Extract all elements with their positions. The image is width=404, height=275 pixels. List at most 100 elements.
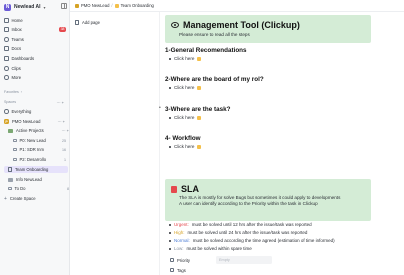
link-click-here[interactable]: Click here [174, 115, 194, 120]
folder-icon [8, 177, 13, 182]
priority-key: Low: [174, 246, 184, 251]
list-count: 1 [64, 157, 66, 162]
sidebar-item-inbox[interactable]: Inbox 38 [4, 26, 66, 33]
workspace-avatar: N [4, 3, 11, 11]
sidebar: N Newlead AI ▾ Home Inbox 38 Teams Docs … [0, 0, 70, 275]
list-count: 25 [62, 138, 66, 143]
priority-text: must be solved until 24 hrs after the is… [187, 230, 308, 235]
sidebar-item-team-onboarding[interactable]: Team Onboarding [4, 166, 68, 173]
space-avatar: P [4, 119, 9, 124]
list-label: P2: Desarrollo [19, 157, 47, 162]
breadcrumb-separator: / [111, 3, 113, 8]
breadcrumb: PMO NewLead / Team Onboarding [75, 3, 154, 8]
pointing-hand-icon [197, 115, 201, 120]
list-label: P1: SDR Inm [19, 147, 44, 152]
sidebar-item-label: Teams [11, 37, 24, 42]
priority-key: High: [174, 230, 185, 235]
topbar: PMO NewLead / Team Onboarding [70, 0, 404, 12]
folder-name: Info NewLead [16, 177, 42, 182]
list-icon [8, 186, 12, 191]
bullet-dot [169, 247, 171, 250]
spaces-label: Spaces [4, 100, 16, 104]
page-list: Add page [70, 12, 160, 275]
bullet-dot [169, 57, 171, 60]
sidebar-item-teams[interactable]: Teams [4, 36, 66, 43]
pointing-hand-icon [197, 144, 201, 149]
property-priority[interactable]: Priority Empty [170, 256, 280, 264]
bullet-dot [169, 231, 171, 234]
collapse-sidebar-icon[interactable] [61, 3, 67, 9]
sidebar-item-label: Docs [11, 46, 22, 51]
sidebar-item-label: Home [11, 18, 23, 23]
link-click-here[interactable]: Click here [174, 144, 194, 149]
folder-icon [8, 128, 13, 133]
property-label: Priority [177, 257, 191, 263]
banner-text: Please ensure to read all the steps [179, 32, 250, 37]
space-actions[interactable]: ··· + [58, 119, 65, 124]
add-page-label: Add page [82, 20, 100, 25]
everything-icon [4, 109, 9, 114]
bullet-dot [169, 239, 171, 242]
sidebar-item-home[interactable]: Home [4, 17, 66, 24]
property-label: Tags [177, 267, 186, 273]
banner-title: Management Tool (Clickup) [171, 20, 300, 30]
list-item: Click here [169, 85, 201, 90]
list-icon [13, 147, 17, 152]
priority-text: must be solved until 12 hrs after the is… [191, 222, 312, 227]
folder-name: Active Projects [16, 128, 44, 133]
list-item[interactable]: P2: Desarrollo 1 [13, 156, 69, 163]
list-item: Click here [169, 115, 201, 120]
home-icon [4, 18, 9, 23]
space-pmo-newlead[interactable]: P PMO NewLead ··· + [4, 118, 68, 125]
list-count: 16 [62, 147, 66, 152]
inbox-count-badge: 38 [59, 27, 66, 32]
banner-management-tool: Management Tool (Clickup) Please ensure … [165, 15, 371, 43]
spaces-actions[interactable]: ··· + [57, 100, 64, 105]
property-tags[interactable]: Tags [170, 266, 280, 274]
flag-icon [170, 258, 174, 262]
doc-emoji-icon [114, 3, 119, 8]
folder-active-projects[interactable]: Active Projects ··· + [8, 127, 72, 134]
heading-general: 1-General Recomendations [165, 47, 247, 54]
create-space-button[interactable]: + Create Space [4, 195, 68, 202]
favorites-label: Favorites [4, 90, 19, 94]
bullet-dot [169, 86, 171, 89]
heading-workflow: 4- Workflow [165, 135, 201, 142]
sidebar-item-more[interactable]: More [4, 74, 66, 81]
link-click-here[interactable]: Click here [174, 56, 194, 61]
space-name: PMO NewLead [12, 119, 41, 124]
breadcrumb-space[interactable]: PMO NewLead [81, 3, 109, 8]
banner-text: A user can identify according to the Pri… [179, 201, 318, 206]
add-page-button[interactable]: Add page [75, 20, 100, 25]
list-count: 8 [67, 186, 69, 191]
priority-text: must be solved within spare time [186, 246, 252, 251]
more-icon [4, 75, 9, 80]
sidebar-item-docs[interactable]: Docs [4, 45, 66, 52]
space-icon [75, 3, 79, 8]
chevron-down-icon: ▾ [43, 4, 46, 10]
breadcrumb-doc[interactable]: Team Onboarding [121, 3, 154, 8]
favorites-header[interactable]: Favorites › [4, 90, 22, 94]
sidebar-item-clips[interactable]: Clips [4, 65, 66, 72]
pointing-hand-icon [197, 85, 201, 90]
clips-icon [4, 66, 9, 71]
docs-icon [4, 46, 9, 51]
priority-key: Normal: [174, 238, 190, 243]
folder-info-newlead[interactable]: Info NewLead [8, 176, 72, 183]
banner-title: SLA [171, 184, 199, 194]
dashboard-icon [4, 56, 9, 61]
drag-handle-icon[interactable]: • [159, 105, 161, 111]
list-item: Click here [169, 144, 201, 149]
folder-actions[interactable]: ··· + [62, 128, 69, 133]
list-todo[interactable]: To Do 8 [8, 185, 72, 192]
sidebar-item-dashboards[interactable]: Dashboards [4, 55, 66, 62]
priority-key: Urgent: [174, 222, 189, 227]
list-item[interactable]: P1: SDR Inm 16 [13, 146, 69, 153]
banner-sla: SLA The SLA is mostly for solve Bugs but… [165, 179, 371, 221]
list-item[interactable]: P0: New Lead 25 [13, 137, 69, 144]
priority-field[interactable]: Empty [216, 256, 272, 264]
doc-name: Team Onboarding [15, 167, 49, 172]
workspace-switcher[interactable]: N Newlead AI ▾ [4, 3, 46, 11]
sidebar-item-everything[interactable]: Everything [4, 108, 68, 115]
link-click-here[interactable]: Click here [174, 85, 194, 90]
